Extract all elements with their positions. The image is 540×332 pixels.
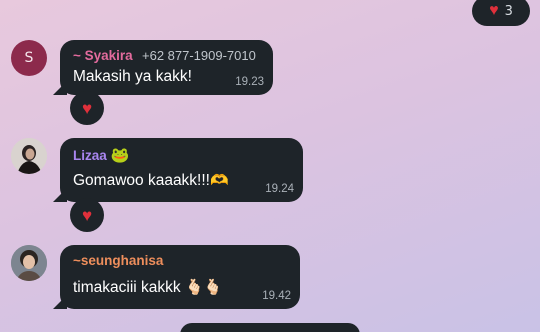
message-time: 19.24 <box>265 183 294 195</box>
message-time: 19.42 <box>262 290 291 302</box>
message-bubble[interactable]: Lizaa 🐸 Gomawoo kaaakk!!!🫶 19.24 <box>60 138 303 202</box>
heart-hands-icon: 🫶 <box>209 172 229 189</box>
heart-icon: ♥ <box>81 98 93 118</box>
heart-icon: ♥ <box>489 2 499 19</box>
avatar-letter: S <box>24 50 34 66</box>
heart-icon: ♥ <box>81 205 93 225</box>
avatar-photo <box>11 138 47 174</box>
finger-heart-icon: 🫰🏻🫰🏻 <box>184 279 223 296</box>
message-bubble[interactable]: ~seunghanisa timakaciii kakkk 🫰🏻🫰🏻 19.42 <box>60 245 300 309</box>
avatar[interactable] <box>11 245 47 281</box>
sender-name[interactable]: Lizaa 🐸 <box>73 146 129 164</box>
frog-icon: 🐸 <box>110 147 130 164</box>
sender-phone: +62 877-1909-7010 <box>142 48 256 63</box>
message-bubble[interactable]: ~ Syakira +62 877-1909-7010 Makasih ya k… <box>60 40 273 95</box>
reaction-count: 3 <box>504 3 513 19</box>
message-text: Makasih ya kakk! <box>73 68 192 85</box>
reaction-badge[interactable]: ♥ <box>70 91 104 125</box>
sender-name[interactable]: ~seunghanisa <box>73 253 163 268</box>
reaction-pill[interactable]: ♥ 3 <box>472 0 530 26</box>
message-time: 19.23 <box>235 76 264 88</box>
message-text: timakaciii kakkk 🫰🏻🫰🏻 <box>73 279 223 296</box>
avatar-photo <box>11 245 47 281</box>
avatar[interactable] <box>11 138 47 174</box>
reaction-badge[interactable]: ♥ <box>70 198 104 232</box>
avatar[interactable]: S <box>11 40 47 76</box>
message-bubble[interactable] <box>180 323 360 332</box>
sender-name[interactable]: ~ Syakira <box>73 48 133 63</box>
message-text: Gomawoo kaaakk!!!🫶 <box>73 172 229 189</box>
